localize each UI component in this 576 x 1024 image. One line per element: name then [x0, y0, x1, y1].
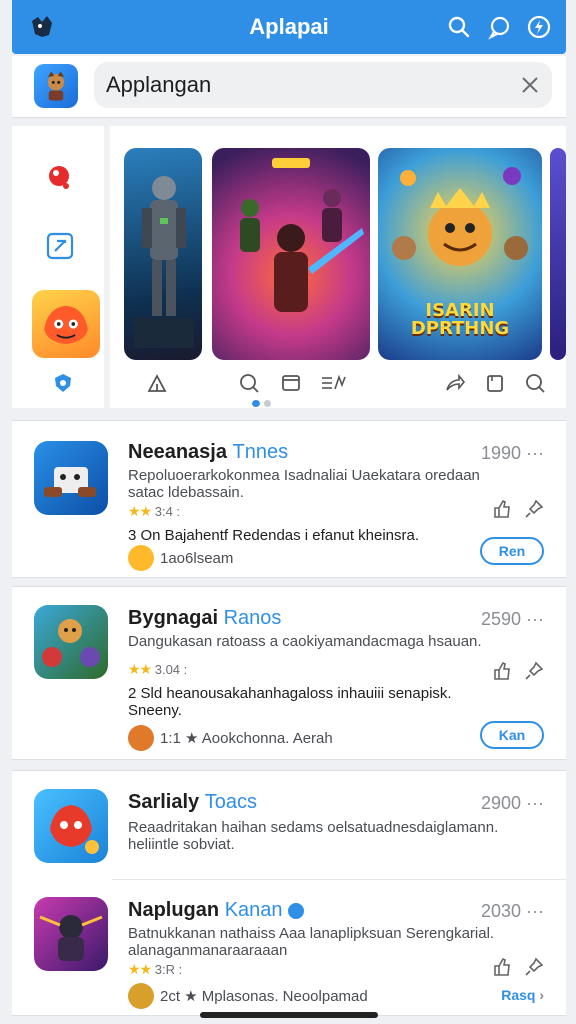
search-field[interactable] — [94, 62, 552, 108]
card-actions — [492, 499, 544, 519]
app-note: 3 On Bajahentf Redendas i efanut kheinsr… — [128, 527, 420, 544]
app-description: Reaadritakan haihan sedams oelsatuadnesd… — [128, 819, 499, 853]
category-sidebar — [12, 126, 110, 408]
developer-row: 1:1 ★ Aookchonna. Aerah — [128, 725, 333, 751]
carousel-dots — [252, 400, 271, 407]
home-indicator[interactable] — [200, 1012, 378, 1018]
developer-avatar — [128, 983, 154, 1009]
banner-card[interactable] — [550, 148, 566, 360]
get-link[interactable]: Rasq › — [501, 987, 544, 1003]
app-description: Repoluoerarkokonmea Isadnaliai Uaekatara… — [128, 467, 480, 501]
lightning-icon[interactable] — [526, 14, 552, 40]
app-name[interactable]: Naplugan Kanan — [128, 899, 305, 922]
search-input[interactable] — [106, 72, 486, 98]
app-note: 2 Sld heanousakahanhagaloss inhauiii sen… — [128, 685, 452, 719]
close-icon[interactable] — [518, 73, 542, 97]
rating: ★★ 3:4 : — [128, 503, 181, 519]
app-logo-icon[interactable] — [28, 13, 56, 41]
get-button[interactable]: Ren — [480, 537, 544, 565]
app-name[interactable]: Sarlialy Toacs — [128, 791, 257, 814]
stars-icon: ★★ — [128, 961, 152, 977]
thumbs-up-icon[interactable] — [492, 957, 512, 977]
app-name[interactable]: Bygnagai Ranos — [128, 607, 281, 630]
banner-card[interactable] — [212, 148, 370, 360]
developer-avatar — [128, 545, 154, 571]
pin-icon[interactable] — [524, 499, 544, 519]
app-count: 2590 ··· — [480, 609, 544, 629]
app-title: Aplapai — [249, 14, 329, 39]
search-icon[interactable] — [238, 372, 260, 394]
banner-card[interactable]: ISARIN DPRTHNG — [378, 148, 542, 360]
rating: ★★ 3:R : — [128, 961, 183, 977]
avatar[interactable] — [34, 64, 78, 108]
get-button[interactable]: Kan — [480, 721, 544, 749]
home-icon[interactable] — [146, 372, 168, 394]
app-header: Aplapai — [12, 0, 566, 54]
red-pin-icon[interactable] — [44, 162, 76, 194]
app-icon — [34, 605, 108, 679]
chat-icon[interactable] — [486, 14, 512, 40]
folder-icon[interactable] — [280, 372, 302, 394]
app-description: Batnukkanan nathaiss Aaa lanaplipksuan S… — [128, 925, 495, 959]
card-actions — [492, 957, 544, 977]
rating: ★★ 3.04 : — [128, 661, 188, 677]
banner-title: ISARIN DPRTHNG — [410, 300, 510, 339]
list-icon[interactable] — [320, 372, 348, 394]
divider — [112, 879, 566, 880]
game-tile-icon[interactable] — [32, 290, 100, 358]
pin-icon[interactable] — [524, 661, 544, 681]
app-description: Dangukasan ratoass a caokiyamandacmaga h… — [128, 633, 482, 650]
app-count: 2030 ··· — [480, 901, 544, 921]
header-actions — [446, 14, 552, 40]
hero-toolbar — [12, 370, 566, 400]
search-icon[interactable] — [446, 14, 472, 40]
banner-card[interactable] — [124, 148, 202, 360]
stars-icon: ★★ — [128, 503, 152, 519]
chevron-right-icon: › — [539, 987, 544, 1003]
list-item[interactable]: Bygnagai Ranos 2590 ··· Dangukasan ratoa… — [12, 586, 566, 760]
app-icon — [34, 789, 108, 863]
app-icon — [34, 897, 108, 971]
stars-icon: ★★ — [128, 661, 152, 677]
pin-icon[interactable] — [524, 957, 544, 977]
app-name[interactable]: Neeanasja Tnnes — [128, 441, 288, 464]
featured-section: ISARIN DPRTHNG — [12, 126, 566, 408]
developer-row: 1ao6lseam — [128, 545, 233, 571]
thumbs-up-icon[interactable] — [492, 499, 512, 519]
thumbs-up-icon[interactable] — [492, 661, 512, 681]
copy-icon[interactable] — [484, 372, 506, 394]
card-actions — [492, 661, 544, 681]
verified-icon — [288, 902, 305, 919]
developer-row: 2ct ★ Mplasonas. Neoolpamad — [128, 983, 368, 1009]
list-group: Sarlialy Toacs 2900 ··· Reaadritakan hai… — [12, 770, 566, 1016]
search-bar-row — [12, 56, 566, 118]
app-count: 1990 ··· — [480, 443, 544, 463]
developer-avatar — [128, 725, 154, 751]
app-icon — [34, 441, 108, 515]
list-item[interactable]: Neeanasja Tnnes 1990 ··· Repoluoerarkoko… — [12, 420, 566, 578]
arrow-box-icon[interactable] — [44, 230, 76, 262]
share-icon[interactable] — [444, 372, 466, 394]
search-icon[interactable] — [524, 372, 546, 394]
app-count: 2900 ··· — [480, 793, 544, 813]
